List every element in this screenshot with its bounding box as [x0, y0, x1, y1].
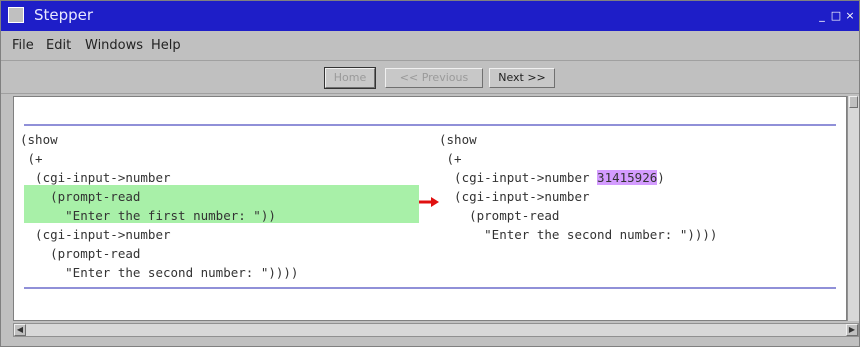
code-line: (+: [20, 151, 43, 166]
title-bar[interactable]: Stepper _ □ ×: [1, 1, 859, 31]
code-line: "Enter the second number: ")))): [439, 227, 718, 242]
code-line: "Enter the second number: ")))): [20, 265, 299, 280]
toolbar: Home << Previous Next >>: [1, 61, 859, 94]
right-arrow-icon: [419, 197, 439, 207]
horizontal-scrollbar[interactable]: ◀ ▶: [13, 323, 859, 337]
minimize-button[interactable]: _: [816, 10, 828, 22]
close-button[interactable]: ×: [844, 10, 856, 22]
vertical-scrollbar[interactable]: [847, 96, 859, 321]
code-line: (+: [439, 151, 462, 166]
result-value-highlight: 31415926: [597, 170, 658, 185]
code-line: (prompt-read: [439, 208, 560, 223]
code-line: (show: [20, 132, 58, 147]
before-expression: (show (+ (cgi-input->number (prompt-read…: [20, 130, 298, 282]
menu-bar: File Edit Windows Help: [1, 32, 859, 61]
previous-button[interactable]: << Previous: [385, 68, 483, 88]
code-line: (cgi-input->number: [439, 189, 590, 204]
code-line: (cgi-input->number: [20, 170, 171, 185]
home-button[interactable]: Home: [324, 67, 376, 89]
bottom-divider: [24, 287, 836, 289]
code-line: "Enter the first number: ")): [20, 208, 276, 223]
system-menu-icon[interactable]: [8, 7, 24, 23]
stepper-window: Stepper _ □ × File Edit Windows Help Hom…: [0, 0, 860, 347]
after-expression: (show (+ (cgi-input->number 31415926) (c…: [439, 130, 717, 244]
code-line: ): [657, 170, 665, 185]
menu-windows[interactable]: Windows: [85, 38, 143, 53]
code-line: (prompt-read: [20, 189, 141, 204]
next-button[interactable]: Next >>: [489, 68, 555, 88]
code-line: (cgi-input->number: [439, 170, 598, 185]
code-line: (prompt-read: [20, 246, 141, 261]
code-line: (show: [439, 132, 477, 147]
window-title: Stepper: [34, 6, 94, 24]
menu-help[interactable]: Help: [151, 38, 181, 53]
scroll-thumb[interactable]: [849, 96, 858, 108]
maximize-button[interactable]: □: [830, 10, 842, 22]
stepper-display: (show (+ (cgi-input->number (prompt-read…: [13, 96, 847, 321]
scroll-right-arrow-icon[interactable]: ▶: [846, 324, 858, 336]
menu-file[interactable]: File: [12, 38, 34, 53]
code-line: (cgi-input->number: [20, 227, 171, 242]
scroll-left-arrow-icon[interactable]: ◀: [14, 324, 26, 336]
menu-edit[interactable]: Edit: [46, 38, 71, 53]
top-divider: [24, 124, 836, 126]
